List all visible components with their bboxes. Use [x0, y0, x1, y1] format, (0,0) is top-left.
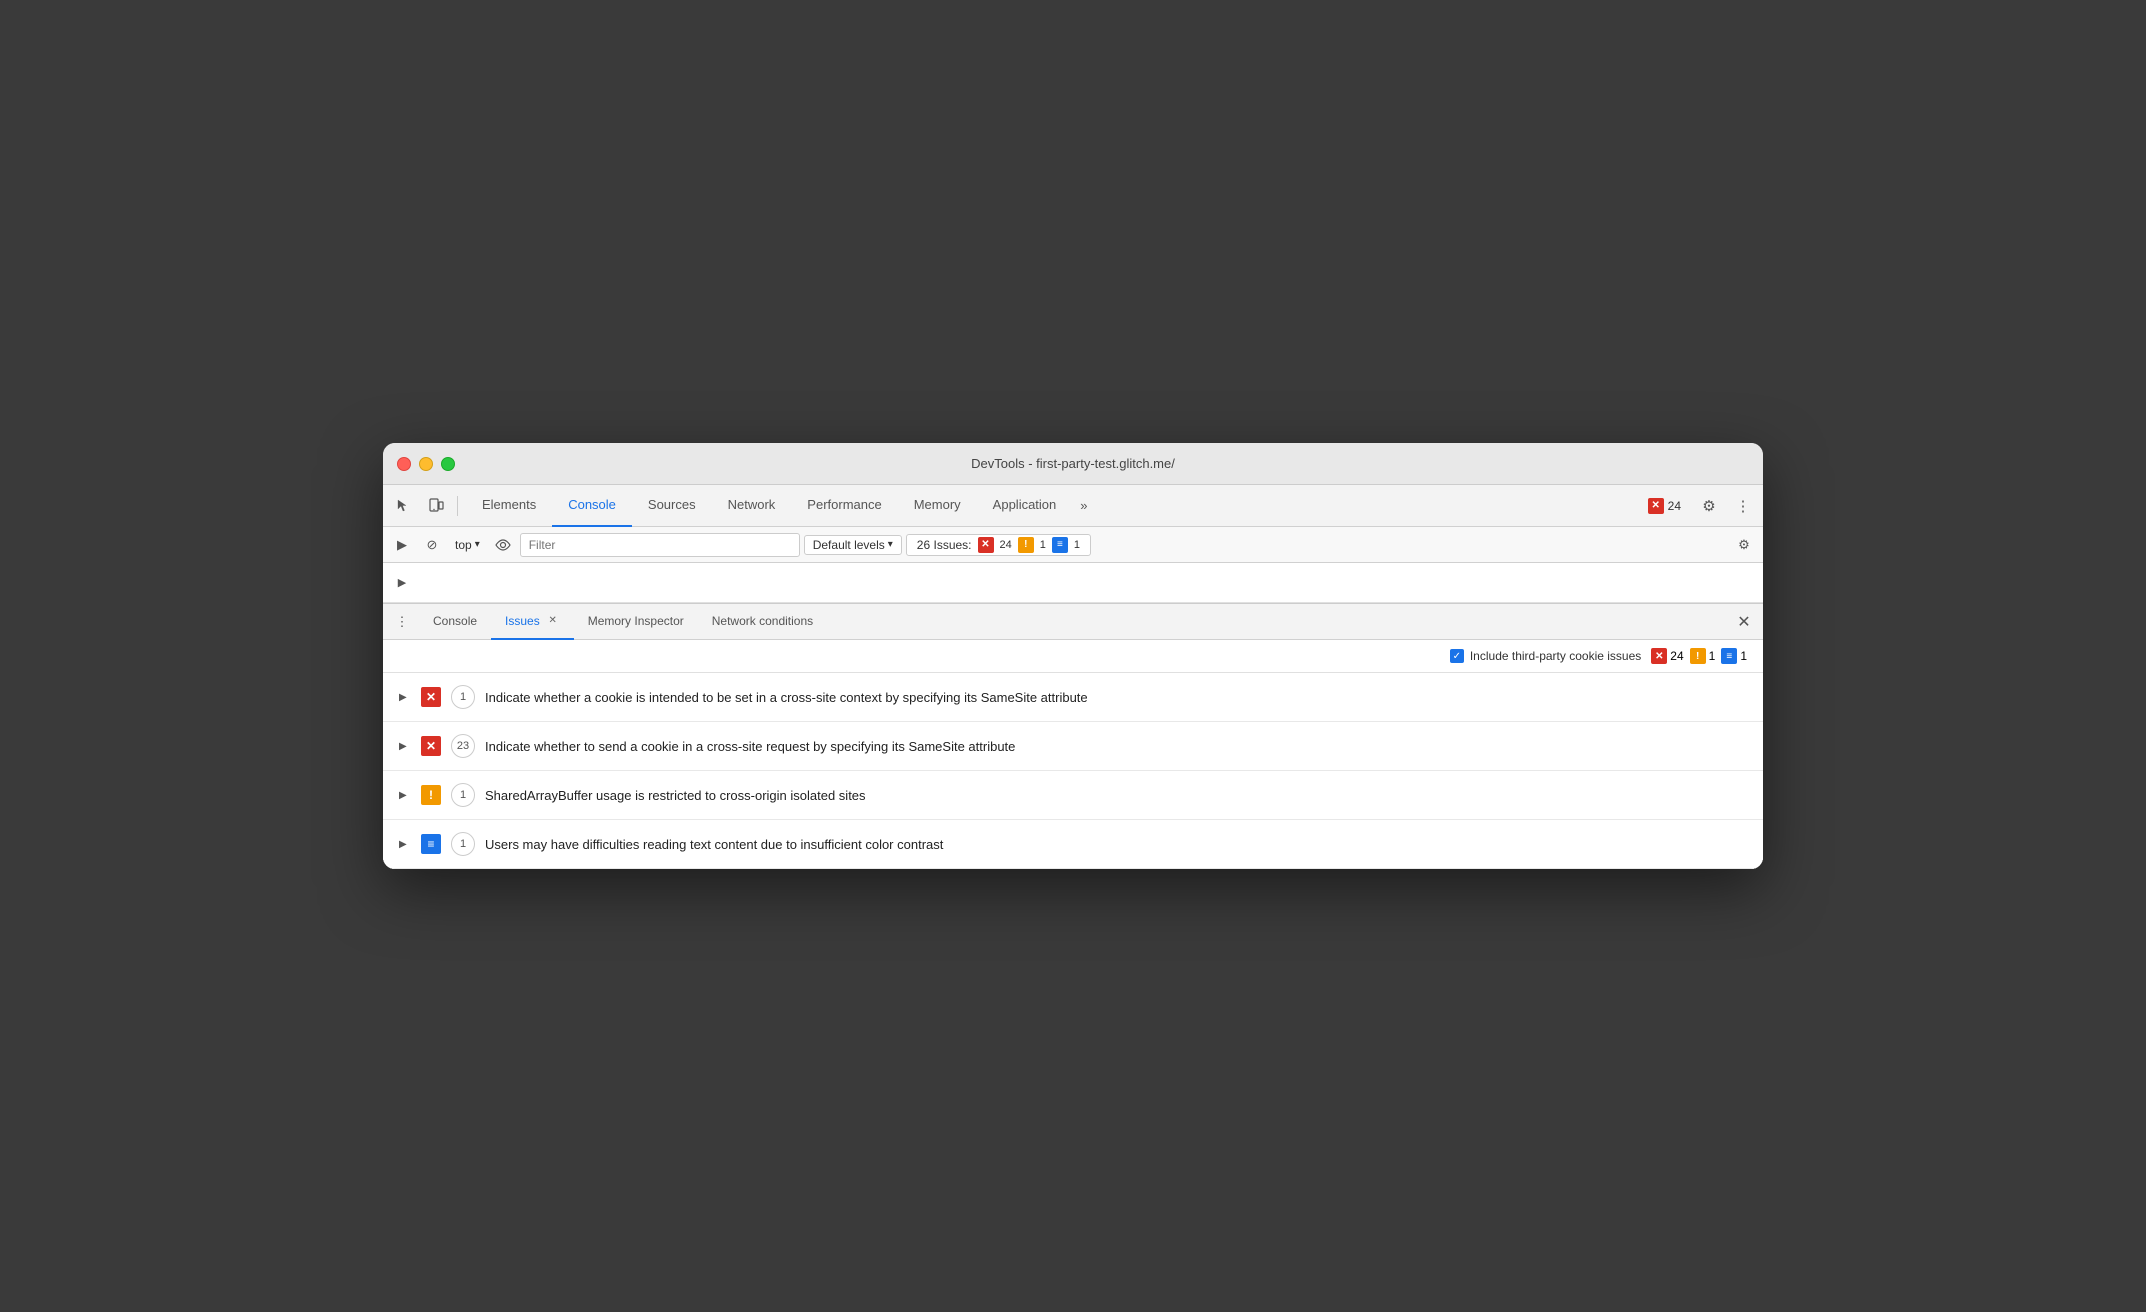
include-third-party-checkbox[interactable]: ✓ [1450, 649, 1464, 663]
console-empty-area: ▶ [383, 563, 1763, 603]
tab-network-conditions[interactable]: Network conditions [698, 604, 827, 640]
issues-summary-badges: ✕ 24 ! 1 ≡ 1 [1651, 648, 1747, 664]
issue-type-icon-2: ✕ [421, 736, 441, 756]
issue-type-icon-3: ! [421, 785, 441, 805]
more-tabs-button[interactable]: » [1072, 485, 1095, 527]
warning-badge-count: 1 [1709, 649, 1716, 663]
toolbar-divider [457, 496, 458, 516]
tab-memory-inspector[interactable]: Memory Inspector [574, 604, 698, 640]
issues-panel: ✓ Include third-party cookie issues ✕ 24… [383, 640, 1763, 869]
minimize-button[interactable] [419, 457, 433, 471]
issues-error-count-icon: ✕ [978, 537, 994, 553]
filter-input[interactable] [520, 533, 800, 557]
traffic-lights [397, 457, 455, 471]
issues-count-label: 26 Issues: [917, 538, 972, 552]
issue-count-3: 1 [451, 783, 475, 807]
issue-row-2[interactable]: ▶ ✕ 23 Indicate whether to send a cookie… [383, 722, 1763, 771]
issue-row-1[interactable]: ▶ ✕ 1 Indicate whether a cookie is inten… [383, 673, 1763, 722]
console-toolbar: ▶ ⊘ top ▾ Default levels ▾ 26 Issue [383, 527, 1763, 563]
warning-badge-icon: ! [1690, 648, 1706, 664]
issues-warning-count-icon: ! [1018, 537, 1034, 553]
info-badge-icon: ≡ [1721, 648, 1737, 664]
issue-count-2: 23 [451, 734, 475, 758]
tab-issues[interactable]: Issues ✕ [491, 604, 574, 640]
expand-row-4-icon: ▶ [399, 839, 411, 850]
issues-tab-close-icon[interactable]: ✕ [546, 614, 560, 628]
devtools-window: DevTools - first-party-test.glitch.me/ [383, 443, 1763, 869]
level-arrow-icon: ▾ [888, 539, 893, 550]
tab-console[interactable]: Console [552, 485, 632, 527]
include-third-party-label[interactable]: ✓ Include third-party cookie issues [1450, 649, 1641, 663]
issue-type-icon-1: ✕ [421, 687, 441, 707]
context-selector[interactable]: top ▾ [449, 536, 486, 554]
issues-count-display[interactable]: 26 Issues: ✕ 24 ! 1 ≡ 1 [906, 534, 1091, 556]
bottom-tabs-menu-icon[interactable]: ⋮ [389, 609, 415, 635]
run-script-icon[interactable]: ▶ [389, 533, 415, 557]
more-options-icon[interactable]: ⋮ [1729, 492, 1757, 520]
tab-elements[interactable]: Elements [466, 485, 552, 527]
info-badge-item: ≡ 1 [1721, 648, 1747, 664]
error-badge-count: 24 [1670, 649, 1683, 663]
issue-row-4[interactable]: ▶ ≡ 1 Users may have difficulties readin… [383, 820, 1763, 869]
inspect-element-icon[interactable] [389, 492, 419, 520]
issues-badge-button[interactable]: ✕ 24 [1640, 495, 1689, 517]
device-toolbar-icon[interactable] [421, 492, 451, 520]
expand-row-3-icon: ▶ [399, 790, 411, 801]
tab-network[interactable]: Network [712, 485, 792, 527]
tab-application[interactable]: Application [977, 485, 1073, 527]
nav-tabs: Elements Console Sources Network Perform… [466, 485, 1096, 527]
toolbar-right: ✕ 24 ⚙ ⋮ [1640, 492, 1757, 520]
issues-error-icon: ✕ [1648, 498, 1664, 514]
info-badge-count: 1 [1740, 649, 1747, 663]
issue-text-3: SharedArrayBuffer usage is restricted to… [485, 788, 1747, 803]
clear-console-icon[interactable]: ⊘ [419, 533, 445, 557]
issue-row-3[interactable]: ▶ ! 1 SharedArrayBuffer usage is restric… [383, 771, 1763, 820]
context-arrow-icon: ▾ [475, 539, 480, 550]
tab-performance[interactable]: Performance [791, 485, 897, 527]
bottom-tabs-bar: ⋮ Console Issues ✕ Memory Inspector Netw… [383, 604, 1763, 640]
window-title: DevTools - first-party-test.glitch.me/ [971, 456, 1175, 471]
expand-row-1-icon: ▶ [399, 692, 411, 703]
issues-count: 24 [1668, 499, 1681, 513]
bottom-panel: ⋮ Console Issues ✕ Memory Inspector Netw… [383, 603, 1763, 869]
context-label: top [455, 538, 472, 552]
eye-icon[interactable] [490, 533, 516, 557]
log-level-selector[interactable]: Default levels ▾ [804, 535, 902, 555]
expand-icon[interactable]: ▶ [393, 574, 411, 592]
issue-text-4: Users may have difficulties reading text… [485, 837, 1747, 852]
title-bar: DevTools - first-party-test.glitch.me/ [383, 443, 1763, 485]
devtools-body: Elements Console Sources Network Perform… [383, 485, 1763, 869]
tab-console-bottom[interactable]: Console [419, 604, 491, 640]
settings-icon[interactable]: ⚙ [1695, 492, 1723, 520]
bottom-panel-close-icon[interactable]: ✕ [1731, 609, 1757, 635]
issue-count-4: 1 [451, 832, 475, 856]
issues-filter-bar: ✓ Include third-party cookie issues ✕ 24… [383, 640, 1763, 673]
issue-text-1: Indicate whether a cookie is intended to… [485, 690, 1747, 705]
issues-blue-count: 1 [1074, 539, 1080, 551]
tab-sources[interactable]: Sources [632, 485, 712, 527]
warning-badge-item: ! 1 [1690, 648, 1716, 664]
console-settings-icon[interactable]: ⚙ [1731, 533, 1757, 557]
expand-row-2-icon: ▶ [399, 741, 411, 752]
issues-info-count-icon: ≡ [1052, 537, 1068, 553]
issues-red-count: 24 [1000, 539, 1012, 551]
error-badge-icon: ✕ [1651, 648, 1667, 664]
issue-text-2: Indicate whether to send a cookie in a c… [485, 739, 1747, 754]
issue-count-1: 1 [451, 685, 475, 709]
close-button[interactable] [397, 457, 411, 471]
error-badge-item: ✕ 24 [1651, 648, 1683, 664]
top-toolbar: Elements Console Sources Network Perform… [383, 485, 1763, 527]
maximize-button[interactable] [441, 457, 455, 471]
tab-memory[interactable]: Memory [898, 485, 977, 527]
issues-yellow-count: 1 [1040, 539, 1046, 551]
issue-type-icon-4: ≡ [421, 834, 441, 854]
